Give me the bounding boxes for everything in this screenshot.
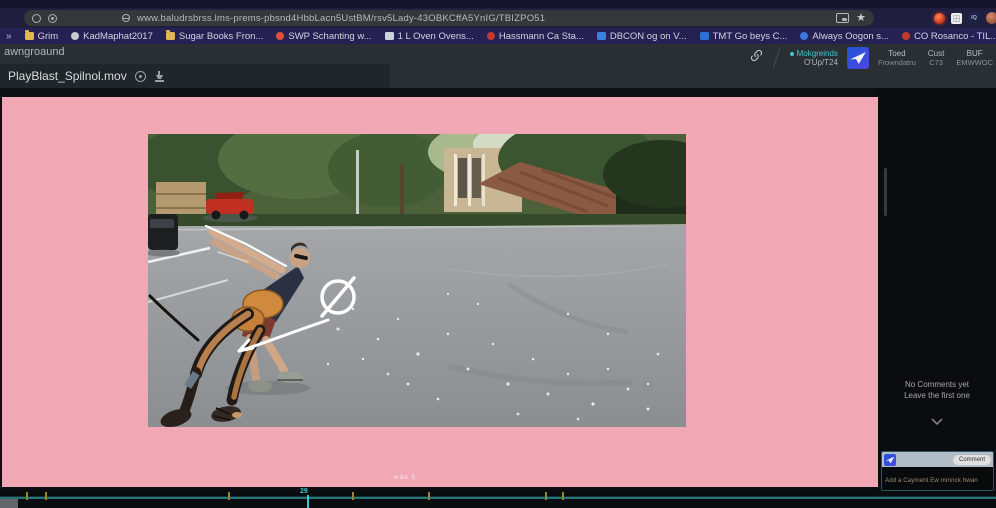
url-text[interactable]: www.baludrsbrss.lms-prems-pbsnd4HbbLacn5… xyxy=(137,13,829,24)
download-icon[interactable] xyxy=(154,71,165,82)
app-logo[interactable] xyxy=(847,47,869,69)
bookmark-favicon xyxy=(25,32,34,40)
stat-line1: Toed xyxy=(888,49,905,59)
screen: www.baludrsbrss.lms-prems-pbsnd4HbbLacn5… xyxy=(0,0,996,508)
status-text: Mokgreinds xyxy=(797,49,838,58)
bookmark-favicon xyxy=(276,32,284,40)
stat-line2: EMWWOC xyxy=(956,58,993,68)
bookmark-favicon xyxy=(385,32,394,40)
header-stat[interactable]: BUFEMWWOC xyxy=(956,49,993,68)
bookmark-label: KadMaphat2017 xyxy=(83,31,153,42)
timeline-marker[interactable] xyxy=(562,492,564,500)
video-frame[interactable] xyxy=(148,134,686,427)
playhead[interactable] xyxy=(307,495,309,508)
comments-empty-state: No Comments yet Leave the first one xyxy=(878,380,996,401)
scrollbar-thumb[interactable] xyxy=(884,168,887,216)
extension-icon[interactable] xyxy=(951,13,962,24)
browser-toolbar: www.baludrsbrss.lms-prems-pbsnd4HbbLacn5… xyxy=(0,8,996,28)
bookmark-favicon xyxy=(166,32,175,40)
comment-submit-button[interactable]: Comment xyxy=(953,455,991,465)
comments-empty-title: No Comments yet xyxy=(878,380,996,391)
status-count: O'Up/T24 xyxy=(804,58,838,67)
timeline-marker[interactable] xyxy=(228,492,230,500)
timeline-marker[interactable] xyxy=(352,492,354,500)
header-stat[interactable]: ToedFrowndatru xyxy=(878,49,916,68)
divider xyxy=(772,47,780,68)
back-icon[interactable] xyxy=(32,14,41,23)
profile-avatar[interactable] xyxy=(986,12,996,24)
bookmark-favicon xyxy=(71,32,79,40)
bookmark-item[interactable]: TMT Go beys C... xyxy=(700,31,788,42)
bookmark-item[interactable]: CO Rosanco - TIL... xyxy=(902,31,996,42)
extension-icon[interactable] xyxy=(934,13,945,24)
bookmark-item[interactable]: Sugar Books Fron... xyxy=(166,31,263,42)
stat-line2: Frowndatru xyxy=(878,58,916,68)
copy-link-icon[interactable] xyxy=(750,49,763,67)
info-icon[interactable] xyxy=(135,71,146,82)
stat-line1: BUF xyxy=(967,49,983,59)
comments-empty-subtitle: Leave the first one xyxy=(878,391,996,402)
bookmarks-bar: » Grim KadMaphat2017 Sugar Books Fron... SW… xyxy=(0,28,996,44)
extensions-cluster: IQ xyxy=(934,10,996,26)
bookmark-favicon xyxy=(700,32,709,40)
bookmark-label: DBCON og on V... xyxy=(610,31,687,42)
picture-in-picture-icon[interactable] xyxy=(836,13,849,23)
bookmarks-overflow-chevron[interactable]: » xyxy=(6,31,12,42)
timeline-marker[interactable] xyxy=(545,492,547,500)
bookmark-item[interactable]: Hassmann Ca Sta... xyxy=(487,31,584,42)
site-info-icon[interactable] xyxy=(122,14,130,22)
timeline-track[interactable] xyxy=(0,497,996,499)
refresh-icon[interactable] xyxy=(48,14,57,23)
timeline-marker[interactable] xyxy=(26,492,28,500)
bookmarks-bar-items: Grim KadMaphat2017 Sugar Books Fron... SWP … xyxy=(25,31,996,42)
extension-icon[interactable]: IQ xyxy=(968,13,980,24)
comment-composer[interactable]: Comment Add a Cayment Ew mmnck hwan xyxy=(881,451,994,491)
bookmark-label: Always Oogon s... xyxy=(812,31,889,42)
bookmark-item[interactable]: 1 L Oven Ovens... xyxy=(385,31,474,42)
comments-panel: No Comments yet Leave the first one xyxy=(878,88,996,490)
bookmark-label: TMT Go beys C... xyxy=(713,31,788,42)
bookmark-label: Grim xyxy=(38,31,59,42)
bookmark-favicon xyxy=(800,32,808,40)
bookmark-star-icon[interactable]: ★ xyxy=(856,13,866,23)
app-header: awngroaund PlayBlast_Spilnol.mov Mokgrei… xyxy=(0,44,996,88)
bookmark-label: CO Rosanco - TIL... xyxy=(914,31,996,42)
stat-line2: C73 xyxy=(929,58,943,68)
video-timeline[interactable]: 29 xyxy=(0,490,996,508)
user-avatar xyxy=(884,454,896,466)
file-name[interactable]: PlayBlast_Spilnol.mov xyxy=(8,69,127,83)
status-dot-icon xyxy=(790,52,794,56)
timeline-marker[interactable] xyxy=(428,492,430,500)
header-stat[interactable]: CustC73 xyxy=(928,49,944,68)
header-stats: ToedFrowndatru CustC73 BUFEMWWOC xyxy=(878,49,993,68)
timeline-marker[interactable] xyxy=(45,492,47,500)
bookmark-favicon xyxy=(597,32,606,40)
chevron-down-icon[interactable] xyxy=(931,418,943,426)
review-status: Mokgreinds O'Up/T24 xyxy=(790,49,838,67)
bookmark-label: 1 L Oven Ovens... xyxy=(398,31,474,42)
bookmark-item[interactable]: KadMaphat2017 xyxy=(71,31,153,42)
bookmark-item[interactable]: Always Oogon s... xyxy=(800,31,889,42)
bookmark-item[interactable]: SWP Schanting w... xyxy=(276,31,371,42)
street-pole xyxy=(356,150,359,214)
composer-toolbar: Comment xyxy=(882,452,993,467)
header-right-cluster: Mokgreinds O'Up/T24 ToedFrowndatru CustC7… xyxy=(750,44,996,72)
stat-line1: Cust xyxy=(928,49,944,59)
project-name[interactable]: awngroaund xyxy=(4,46,65,58)
bookmark-favicon xyxy=(902,32,910,40)
address-bar[interactable]: www.baludrsbrss.lms-prems-pbsnd4HbbLacn5… xyxy=(24,10,874,26)
browser-tab-strip xyxy=(0,0,996,8)
file-row: PlayBlast_Spilnol.mov xyxy=(0,64,390,88)
playhead-frame-label: 29 xyxy=(300,488,308,495)
bookmark-label: Sugar Books Fron... xyxy=(179,31,263,42)
bookmark-label: Hassmann Ca Sta... xyxy=(499,31,584,42)
bookmark-item[interactable]: DBCON og on V... xyxy=(597,31,687,42)
timeline-handle[interactable] xyxy=(0,499,18,508)
bookmark-item[interactable]: Grim xyxy=(25,31,59,42)
bookmark-favicon xyxy=(487,32,495,40)
comment-placeholder: Add a Cayment Ew mmnck hwan xyxy=(885,477,978,484)
comment-input[interactable]: Add a Cayment Ew mmnck hwan xyxy=(882,467,993,490)
frame-watermark: wde 5 xyxy=(394,474,416,481)
bookmark-label: SWP Schanting w... xyxy=(288,31,371,42)
